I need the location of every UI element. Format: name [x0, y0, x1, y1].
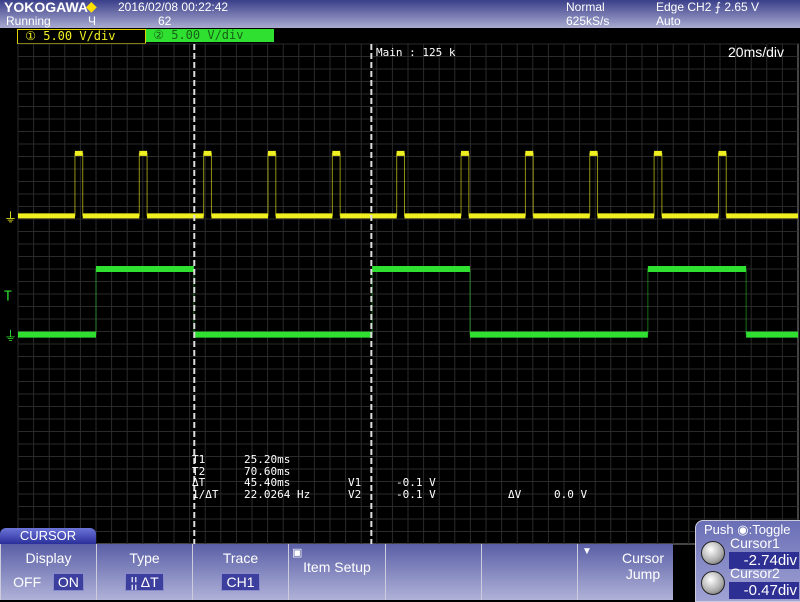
ch1-ground-marker-icon: ⏚: [4, 211, 17, 226]
trigger-level-marker-icon: T: [4, 289, 12, 304]
timebase: 20ms/div: [728, 44, 785, 60]
cursor2-label: Cursor2: [730, 565, 780, 581]
empty-softkey-6: [481, 544, 577, 600]
cursor2-knob-icon[interactable]: [701, 571, 725, 595]
measure-dt: ΔT 45.40ms V1 -0.1 V: [192, 476, 436, 489]
type-button[interactable]: Type ¦¦ ΔT: [96, 544, 192, 600]
cursor2-value[interactable]: -0.47div: [729, 582, 799, 599]
measure-freq: 1/ΔT 22.0264 Hz V2 -0.1 V ΔV 0.0 V: [192, 487, 588, 501]
ch2-ground-marker-icon: ⏚: [4, 330, 17, 345]
cursor-jump-button[interactable]: ▼ Cursor Jump: [577, 544, 673, 600]
menu-tab-cursor: CURSOR: [0, 528, 96, 544]
cursor-measurements: T1 25.20ms T2 70.60ms ΔT 45.40ms V1 -0.1 V 1/…: [192, 454, 587, 500]
empty-softkey-5: [385, 544, 481, 600]
display-button[interactable]: Display OFF ON: [0, 544, 96, 600]
cursor1-knob-icon[interactable]: [701, 541, 725, 565]
trace-button[interactable]: Trace CH1: [192, 544, 288, 600]
main-record-length: Main : 125 k: [376, 46, 456, 59]
cursor-knob-panel: Push ◉:Toggle Cursor1 -2.74div Cursor2 -…: [695, 520, 800, 602]
dropdown-arrow-icon: ▼: [582, 546, 592, 557]
setup-icon: ▣: [292, 547, 303, 559]
item-setup-button[interactable]: ▣ Item Setup: [288, 544, 385, 600]
cursor1-label: Cursor1: [730, 535, 780, 551]
